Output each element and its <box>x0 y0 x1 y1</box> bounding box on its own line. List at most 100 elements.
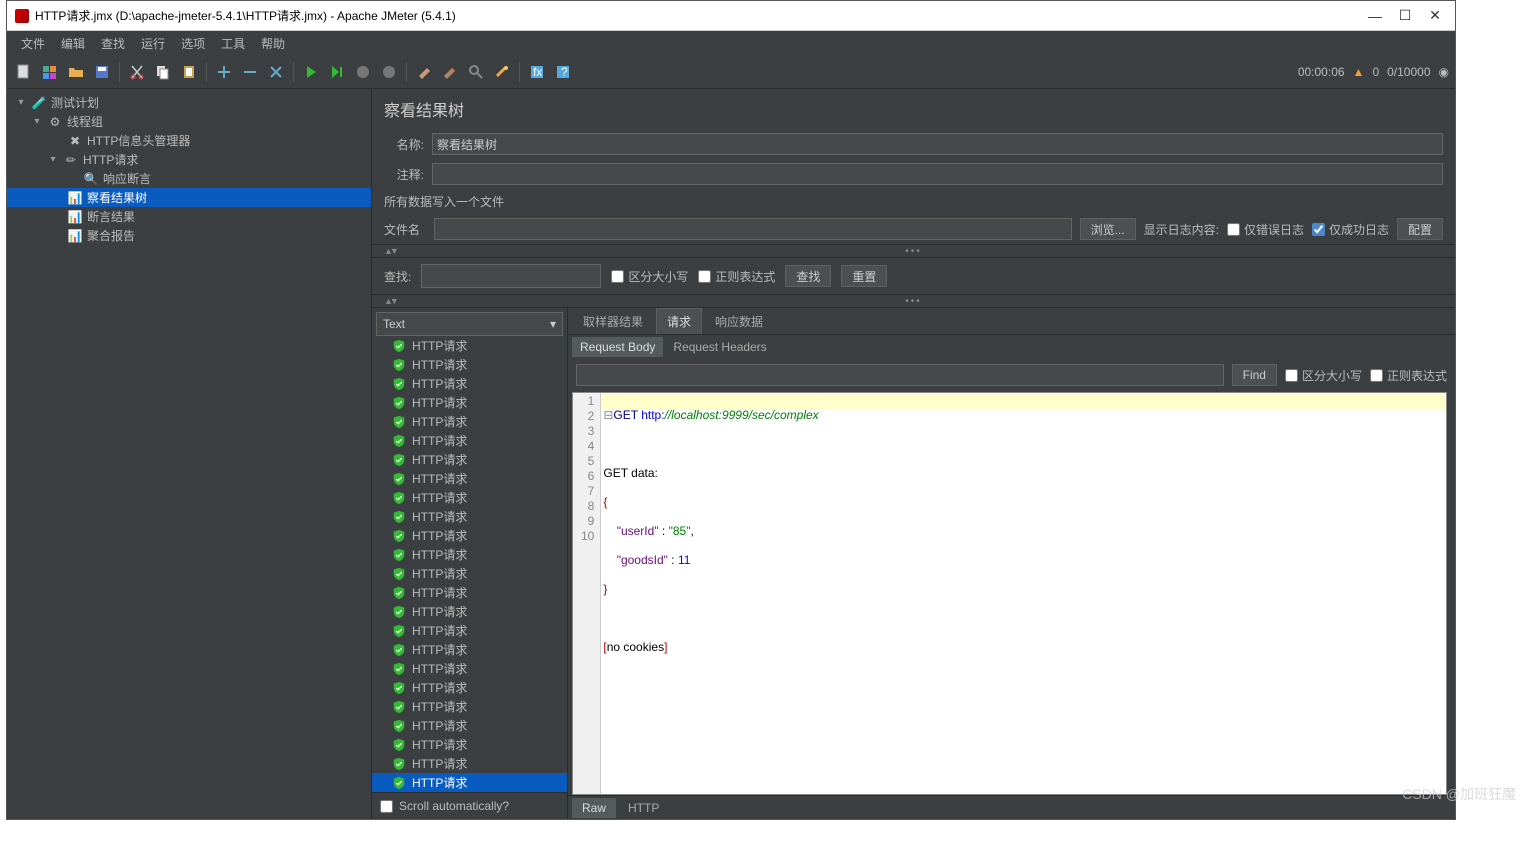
renderer-combo[interactable]: Text▾ <box>376 312 563 336</box>
expand-icon[interactable] <box>213 61 235 83</box>
search-case-checkbox[interactable]: 区分大小写 <box>611 268 688 285</box>
result-item[interactable]: HTTP请求 <box>372 678 567 697</box>
warning-icon[interactable]: ▲ <box>1353 65 1365 79</box>
function-icon[interactable]: fx <box>526 61 548 83</box>
code-viewer[interactable]: 12345678910 ⊟GET http://localhost:9999/s… <box>572 392 1447 795</box>
result-item[interactable]: HTTP请求 <box>372 355 567 374</box>
toolbar: fx ? 00:00:06 ▲ 0 0/10000 ◉ <box>7 55 1455 89</box>
tab-sampler[interactable]: 取样器结果 <box>572 308 654 334</box>
result-item[interactable]: HTTP请求 <box>372 773 567 792</box>
find-input[interactable] <box>576 364 1224 386</box>
start-icon[interactable] <box>300 61 322 83</box>
name-input[interactable] <box>432 133 1443 155</box>
open-icon[interactable] <box>65 61 87 83</box>
tree-aggregate-report[interactable]: 📊聚合报告 <box>7 226 371 245</box>
browse-button[interactable]: 浏览... <box>1080 218 1136 240</box>
log-show-label: 显示日志内容: <box>1144 221 1219 238</box>
menu-help[interactable]: 帮助 <box>255 33 291 54</box>
result-item[interactable]: HTTP请求 <box>372 659 567 678</box>
only-success-checkbox[interactable]: 仅成功日志 <box>1312 221 1389 238</box>
result-item[interactable]: HTTP请求 <box>372 374 567 393</box>
clear-all-icon[interactable] <box>439 61 461 83</box>
tree-view-results[interactable]: 📊察看结果树 <box>7 188 371 207</box>
menu-edit[interactable]: 编辑 <box>55 33 91 54</box>
file-section-label: 所有数据写入一个文件 <box>372 189 1455 214</box>
threads-icon: ◉ <box>1439 65 1449 79</box>
result-item[interactable]: HTTP请求 <box>372 564 567 583</box>
tree-assertion-results[interactable]: 📊断言结果 <box>7 207 371 226</box>
find-regex-checkbox[interactable]: 正则表达式 <box>1370 367 1447 384</box>
start-no-pause-icon[interactable] <box>326 61 348 83</box>
collapse-bar-2[interactable]: ▲▼••• <box>372 294 1455 308</box>
minimize-button[interactable]: — <box>1369 10 1381 22</box>
templates-icon[interactable] <box>39 61 61 83</box>
scroll-auto-checkbox[interactable]: Scroll automatically? <box>372 792 567 819</box>
content: ▾🧪测试计划 ▾⚙线程组 ✖HTTP信息头管理器 ▾✏HTTP请求 🔍响应断言 … <box>7 89 1455 819</box>
result-item[interactable]: HTTP请求 <box>372 450 567 469</box>
test-plan-tree[interactable]: ▾🧪测试计划 ▾⚙线程组 ✖HTTP信息头管理器 ▾✏HTTP请求 🔍响应断言 … <box>7 89 372 819</box>
code-text: ⊟GET http://localhost:9999/sec/complex G… <box>601 393 822 794</box>
tab-request[interactable]: 请求 <box>656 308 702 334</box>
tree-response-assert[interactable]: 🔍响应断言 <box>7 169 371 188</box>
subtab-body[interactable]: Request Body <box>572 337 663 357</box>
subtab-headers[interactable]: Request Headers <box>665 337 774 357</box>
comment-row: 注释: <box>372 159 1455 189</box>
result-item[interactable]: HTTP请求 <box>372 716 567 735</box>
result-item[interactable]: HTTP请求 <box>372 697 567 716</box>
paste-icon[interactable] <box>178 61 200 83</box>
close-button[interactable]: ✕ <box>1429 10 1441 22</box>
stop-icon[interactable] <box>352 61 374 83</box>
menu-options[interactable]: 选项 <box>175 33 211 54</box>
help-icon[interactable]: ? <box>552 61 574 83</box>
search-button[interactable]: 查找 <box>785 265 831 287</box>
result-item[interactable]: HTTP请求 <box>372 545 567 564</box>
menu-file[interactable]: 文件 <box>15 33 51 54</box>
only-errors-checkbox[interactable]: 仅错误日志 <box>1227 221 1304 238</box>
result-item[interactable]: HTTP请求 <box>372 640 567 659</box>
search-regex-checkbox[interactable]: 正则表达式 <box>698 268 775 285</box>
comment-input[interactable] <box>432 163 1443 185</box>
cut-icon[interactable] <box>126 61 148 83</box>
maximize-button[interactable]: ☐ <box>1399 10 1411 22</box>
tree-http-request[interactable]: ▾✏HTTP请求 <box>7 150 371 169</box>
collapse-icon[interactable] <box>239 61 261 83</box>
result-item[interactable]: HTTP请求 <box>372 431 567 450</box>
result-item[interactable]: HTTP请求 <box>372 735 567 754</box>
toggle-icon[interactable] <box>265 61 287 83</box>
bottom-tab-raw[interactable]: Raw <box>572 798 616 818</box>
result-item[interactable]: HTTP请求 <box>372 754 567 773</box>
result-item[interactable]: HTTP请求 <box>372 602 567 621</box>
menu-tools[interactable]: 工具 <box>215 33 251 54</box>
result-item[interactable]: HTTP请求 <box>372 393 567 412</box>
filename-input[interactable] <box>434 218 1072 240</box>
reset-button[interactable]: 重置 <box>841 265 887 287</box>
search-input[interactable] <box>421 264 601 288</box>
tree-thread-group[interactable]: ▾⚙线程组 <box>7 112 371 131</box>
result-item[interactable]: HTTP请求 <box>372 621 567 640</box>
result-item[interactable]: HTTP请求 <box>372 583 567 602</box>
clear-icon[interactable] <box>413 61 435 83</box>
tab-response[interactable]: 响应数据 <box>704 308 774 334</box>
menu-search[interactable]: 查找 <box>95 33 131 54</box>
configure-button[interactable]: 配置 <box>1397 218 1443 240</box>
tree-header-manager[interactable]: ✖HTTP信息头管理器 <box>7 131 371 150</box>
copy-icon[interactable] <box>152 61 174 83</box>
results-list[interactable]: HTTP请求HTTP请求HTTP请求HTTP请求HTTP请求HTTP请求HTTP… <box>372 340 567 792</box>
new-icon[interactable] <box>13 61 35 83</box>
collapse-bar-1[interactable]: ▲▼••• <box>372 244 1455 258</box>
shutdown-icon[interactable] <box>378 61 400 83</box>
menu-run[interactable]: 运行 <box>135 33 171 54</box>
tree-test-plan[interactable]: ▾🧪测试计划 <box>7 93 371 112</box>
result-item[interactable]: HTTP请求 <box>372 469 567 488</box>
find-button[interactable]: Find <box>1232 364 1277 386</box>
result-item[interactable]: HTTP请求 <box>372 412 567 431</box>
result-item[interactable]: HTTP请求 <box>372 488 567 507</box>
reset-search-icon[interactable] <box>491 61 513 83</box>
save-icon[interactable] <box>91 61 113 83</box>
search-icon[interactable] <box>465 61 487 83</box>
result-item[interactable]: HTTP请求 <box>372 340 567 355</box>
bottom-tab-http[interactable]: HTTP <box>618 798 669 818</box>
find-case-checkbox[interactable]: 区分大小写 <box>1285 367 1362 384</box>
result-item[interactable]: HTTP请求 <box>372 507 567 526</box>
result-item[interactable]: HTTP请求 <box>372 526 567 545</box>
